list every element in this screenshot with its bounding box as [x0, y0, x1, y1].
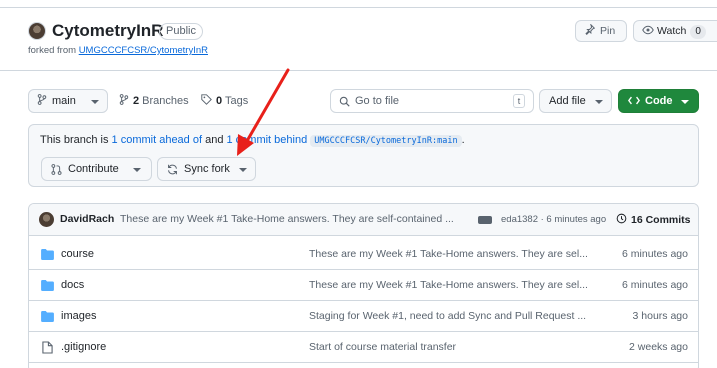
contribute-button[interactable]: Contribute	[41, 157, 152, 181]
branches-label: Branches	[139, 95, 189, 107]
upstream-branch: UMGCCCFCSR/CytometryInR:main	[310, 135, 462, 147]
file-commit-message[interactable]: Staging for Week #1, need to add Sync an…	[309, 310, 599, 322]
file-name[interactable]: course	[61, 248, 94, 260]
file-row[interactable]: docs These are my Week #1 Take-Home answ…	[29, 270, 698, 301]
file-date: 3 hours ago	[632, 310, 688, 322]
file-name[interactable]: images	[61, 310, 96, 322]
chevron-down-icon	[681, 100, 689, 104]
sync-fork-label: Sync fork	[184, 163, 230, 175]
go-to-file-input[interactable]: Go to file t	[330, 89, 534, 113]
watch-label: Watch	[657, 25, 687, 37]
forked-source-link[interactable]: UMGCCCFCSR/CytometryInR	[79, 45, 208, 56]
folder-icon	[41, 249, 54, 260]
forked-from: forked from UMGCCCFCSR/CytometryInR	[28, 45, 208, 56]
file-table: DavidRach These are my Week #1 Take-Home…	[28, 203, 699, 368]
tags-link[interactable]: 0 Tags	[201, 94, 248, 107]
go-to-file-placeholder: Go to file	[355, 95, 400, 107]
file-date: 6 minutes ago	[622, 248, 688, 260]
file-row[interactable]: .gitignore Start of course material tran…	[29, 332, 698, 363]
fork-status-suffix: .	[461, 134, 465, 146]
sync-icon	[168, 164, 177, 175]
file-date: 6 minutes ago	[622, 279, 688, 291]
chevron-down-icon	[133, 168, 141, 172]
branches-link[interactable]: 2 Branches	[119, 94, 189, 107]
file-icon	[42, 341, 53, 354]
code-icon	[628, 96, 640, 105]
code-label: Code	[645, 95, 673, 107]
pin-button[interactable]: Pin	[575, 20, 627, 42]
chevron-down-icon	[595, 100, 603, 104]
keyboard-shortcut: t	[513, 94, 525, 108]
ellipsis-expand-icon[interactable]	[478, 216, 492, 224]
folder-icon	[41, 280, 54, 291]
pin-icon	[585, 23, 596, 35]
commit-sha[interactable]: eda1382	[501, 214, 538, 225]
tags-label: Tags	[222, 95, 249, 107]
file-date: 2 weeks ago	[629, 341, 688, 353]
top-nav-border	[0, 0, 717, 8]
chevron-down-icon	[91, 100, 99, 104]
commit-message[interactable]: These are my Week #1 Take-Home answers. …	[120, 213, 470, 225]
chevron-down-icon	[239, 168, 247, 172]
file-commit-message[interactable]: Start of course material transfer	[309, 341, 599, 353]
branch-icon	[119, 94, 129, 105]
commits-ahead-link[interactable]: 1 commit ahead of	[112, 134, 203, 146]
branch-name: main	[52, 95, 76, 107]
file-name[interactable]: .gitignore	[61, 341, 106, 353]
file-commit-message[interactable]: These are my Week #1 Take-Home answers. …	[309, 248, 599, 260]
fork-status-box: This branch is 1 commit ahead of and 1 c…	[28, 124, 699, 187]
commits-behind-link[interactable]: 1 commit behind	[227, 134, 308, 146]
file-row[interactable]: images Staging for Week #1, need to add …	[29, 301, 698, 332]
pull-request-icon	[51, 164, 62, 175]
file-row[interactable]: course These are my Week #1 Take-Home an…	[29, 239, 698, 270]
search-icon	[339, 96, 350, 107]
sync-fork-button[interactable]: Sync fork	[157, 157, 256, 181]
contribute-label: Contribute	[68, 163, 119, 175]
add-file-button[interactable]: Add file	[539, 89, 612, 113]
folder-icon	[41, 311, 54, 322]
branch-selector[interactable]: main	[28, 89, 108, 113]
commit-author[interactable]: DavidRach	[60, 213, 114, 225]
watch-button[interactable]: Watch 0	[633, 20, 717, 42]
fork-status-middle: and	[202, 134, 227, 146]
commit-sha-time: eda1382 · 6 minutes ago	[501, 214, 606, 225]
branch-icon	[37, 94, 47, 105]
header-divider	[0, 70, 717, 71]
repo-name[interactable]: CytometryInR	[52, 21, 163, 41]
owner-avatar[interactable]	[28, 22, 46, 40]
forked-from-label: forked from	[28, 45, 79, 56]
commits-link[interactable]: 16 Commits	[616, 213, 691, 226]
file-name[interactable]: docs	[61, 279, 84, 291]
add-file-label: Add file	[549, 95, 586, 107]
eye-icon	[642, 25, 654, 35]
fork-status-prefix: This branch is	[40, 134, 112, 146]
visibility-badge: Public	[159, 23, 203, 40]
commits-count: 16 Commits	[631, 214, 691, 226]
fork-status-text: This branch is 1 commit ahead of and 1 c…	[40, 134, 465, 147]
author-avatar[interactable]	[39, 212, 54, 227]
history-icon	[616, 213, 627, 224]
code-button[interactable]: Code	[618, 89, 699, 113]
pin-label: Pin	[600, 25, 616, 37]
commit-time: · 6 minutes ago	[537, 214, 607, 225]
tag-icon	[201, 94, 212, 105]
file-commit-message[interactable]: These are my Week #1 Take-Home answers. …	[309, 279, 599, 291]
watch-count: 0	[690, 25, 706, 39]
latest-commit-row: DavidRach These are my Week #1 Take-Home…	[29, 204, 698, 236]
